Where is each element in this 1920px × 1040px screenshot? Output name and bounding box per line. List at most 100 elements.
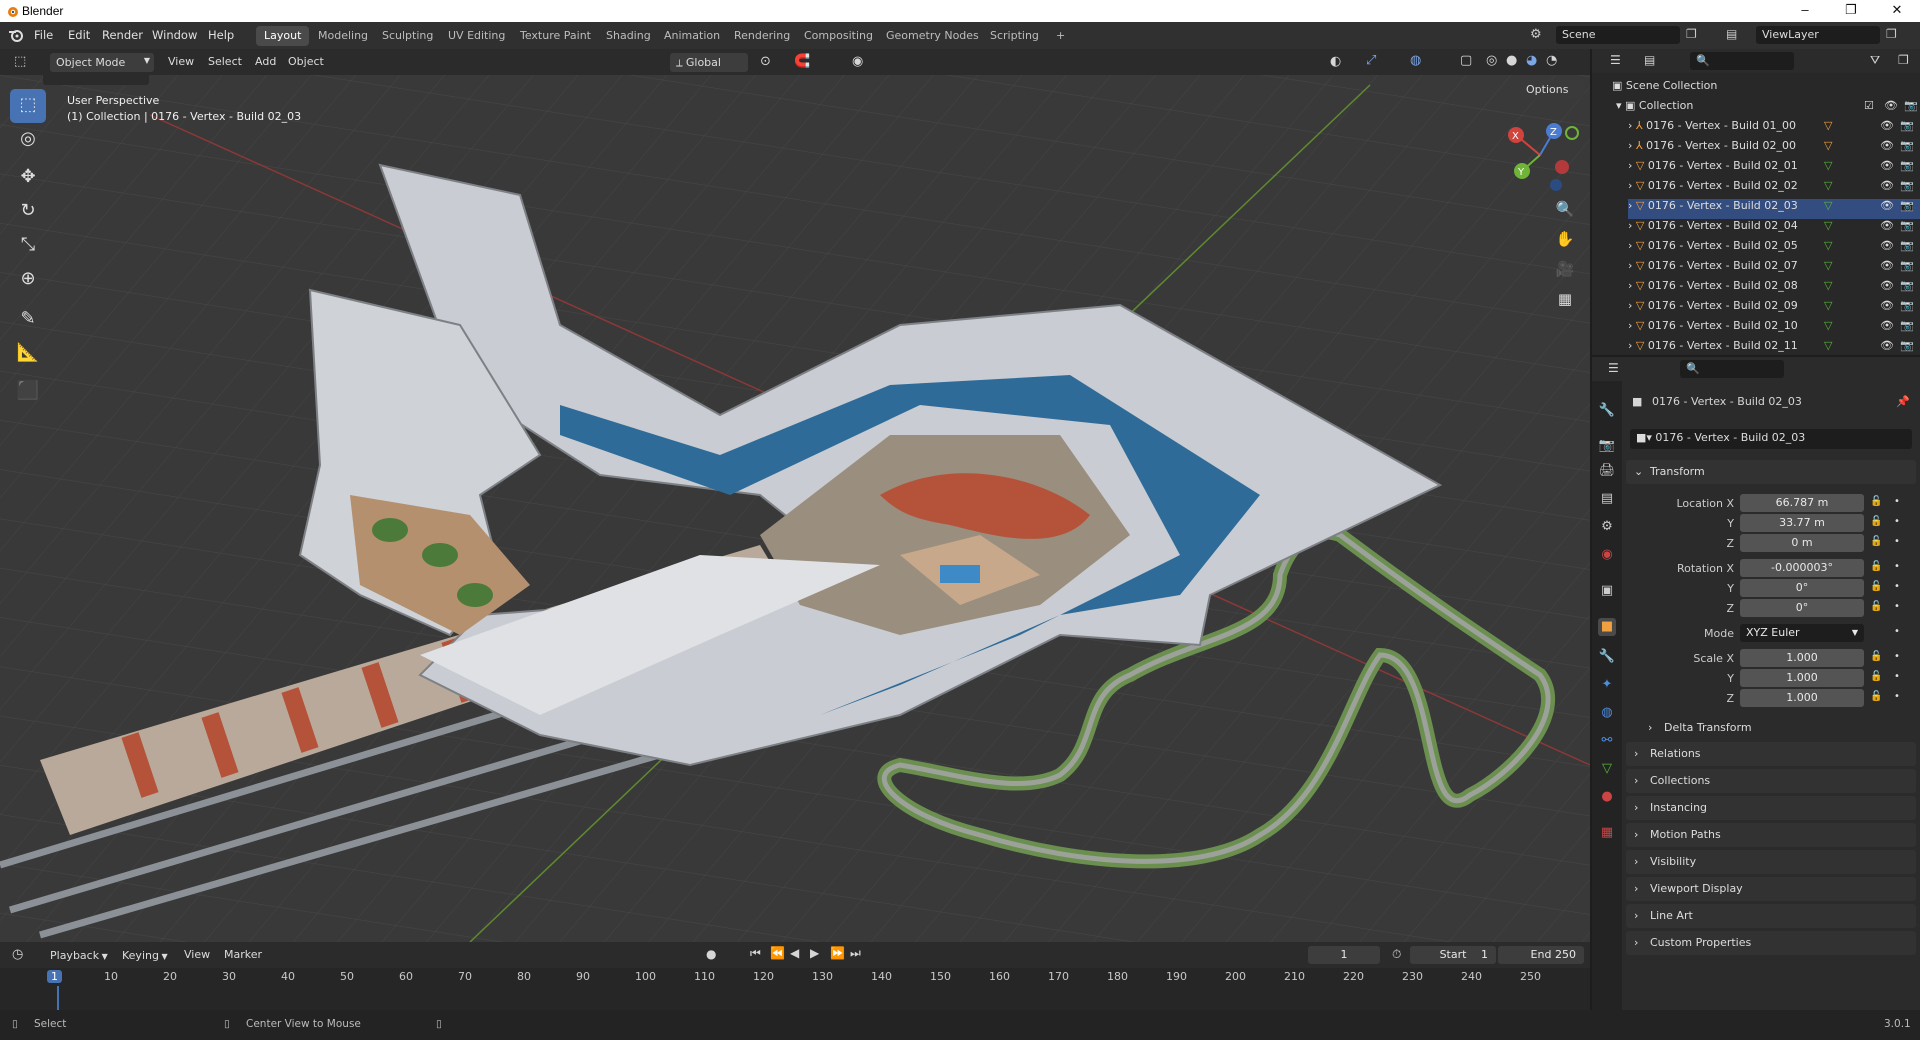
new-scene-icon[interactable]: ❐ xyxy=(1686,27,1697,41)
camera-icon[interactable]: 📷 xyxy=(1900,179,1914,192)
expand-icon[interactable]: ▾ xyxy=(1616,99,1625,112)
next-keyframe-icon[interactable]: ⏩ xyxy=(830,946,845,960)
scale-tool[interactable]: ⤡ xyxy=(10,229,46,263)
modifier-tab-icon[interactable]: 🔧 xyxy=(1598,648,1616,666)
close-button[interactable]: ✕ xyxy=(1874,0,1920,22)
properties-search[interactable]: 🔍 xyxy=(1680,360,1784,378)
camera-icon[interactable]: 📷 xyxy=(1900,199,1914,212)
expand-icon[interactable]: › xyxy=(1628,319,1636,332)
outliner-item[interactable]: › ▽ 0176 - Vertex - Build 02_08 ▽ 👁 📷 xyxy=(1628,279,1920,299)
outliner-item[interactable]: › ▽ 0176 - Vertex - Build 02_07 ▽ 👁 📷 xyxy=(1628,259,1920,279)
outliner-item[interactable]: › ▽ 0176 - Vertex - Build 02_03 ▽ 👁 📷 xyxy=(1628,199,1920,219)
material-shading-icon[interactable]: ◕ xyxy=(1526,53,1537,68)
scene-collection-row[interactable]: ▣ Scene Collection xyxy=(1612,79,1920,99)
keyframe-dot-icon[interactable]: • xyxy=(1894,691,1900,702)
filter-icon[interactable]: ⛛ xyxy=(1870,53,1880,68)
play-icon[interactable]: ▶ xyxy=(810,946,819,960)
keying-menu[interactable]: Keying ▼ xyxy=(116,946,176,965)
ortho-grid-icon[interactable]: ▦ xyxy=(1551,285,1579,313)
transform-orientation-dropdown[interactable]: ⟂ Global xyxy=(670,53,748,72)
tab-sculpting[interactable]: Sculpting xyxy=(374,26,441,46)
select-box-tool[interactable]: ⬚ xyxy=(10,89,46,123)
scene-tab-icon[interactable]: ⚙ xyxy=(1598,518,1616,536)
location-z-field[interactable]: 0 m xyxy=(1740,534,1864,552)
3d-viewport[interactable]: User Perspective (1) Collection | 0176 -… xyxy=(0,75,1590,942)
camera-icon[interactable]: 📷 xyxy=(1904,99,1918,112)
visibility-icon[interactable]: ◐ xyxy=(1330,54,1341,69)
overlay-icon[interactable]: ◍ xyxy=(1410,53,1421,68)
location-y-field[interactable]: 33.77 m xyxy=(1740,514,1864,532)
camera-view-icon[interactable]: 🎥 xyxy=(1551,255,1579,283)
material-tab-icon[interactable]: ● xyxy=(1598,788,1616,806)
rotation-x-field[interactable]: -0.000003° xyxy=(1740,559,1864,577)
eye-icon[interactable]: 👁 xyxy=(1880,119,1894,132)
keyframe-dot-icon[interactable]: • xyxy=(1894,671,1900,682)
checkbox-icon[interactable]: ☑ xyxy=(1864,99,1874,112)
physics-tab-icon[interactable]: ◍ xyxy=(1598,704,1616,722)
panel-instancing[interactable]: › Instancing xyxy=(1626,796,1916,820)
world-tab-icon[interactable]: ◉ xyxy=(1598,546,1616,564)
proportional-edit-icon[interactable]: ◉ xyxy=(852,54,863,69)
camera-icon[interactable]: 📷 xyxy=(1900,299,1914,312)
lock-icon[interactable]: 🔓 xyxy=(1870,496,1882,507)
timeline-editor-icon[interactable]: ◷ xyxy=(12,947,23,962)
current-frame-field[interactable]: 1 xyxy=(1308,946,1380,964)
panel-line-art[interactable]: › Line Art xyxy=(1626,904,1916,928)
panel-collections[interactable]: › Collections xyxy=(1626,769,1916,793)
outliner-item[interactable]: › ▽ 0176 - Vertex - Build 02_01 ▽ 👁 📷 xyxy=(1628,159,1920,179)
tab-texture-paint[interactable]: Texture Paint xyxy=(512,26,599,46)
panel-visibility[interactable]: › Visibility xyxy=(1626,850,1916,874)
outliner-item[interactable]: › ⅄ 0176 - Vertex - Build 02_00 ▽ 👁 📷 xyxy=(1628,139,1920,159)
camera-icon[interactable]: 📷 xyxy=(1900,139,1914,152)
lock-icon[interactable]: 🔓 xyxy=(1870,671,1882,682)
menu-window[interactable]: Window xyxy=(152,28,197,42)
play-reverse-icon[interactable]: ◀ xyxy=(790,946,799,960)
clock-icon[interactable]: ⏱ xyxy=(1392,947,1401,962)
start-frame-field[interactable]: Start 1 xyxy=(1410,946,1496,964)
rotation-z-field[interactable]: 0° xyxy=(1740,599,1864,617)
camera-icon[interactable]: 📷 xyxy=(1900,119,1914,132)
minimize-button[interactable]: – xyxy=(1782,0,1828,22)
menu-render[interactable]: Render xyxy=(102,28,143,42)
tab-modeling[interactable]: Modeling xyxy=(310,26,376,46)
menu-add[interactable]: Add xyxy=(255,55,276,68)
expand-icon[interactable]: › xyxy=(1628,339,1636,352)
view-layer-tab-icon[interactable]: ▤ xyxy=(1598,490,1616,508)
zoom-icon[interactable]: 🔍 xyxy=(1551,195,1579,223)
navigation-gizmo[interactable]: Z X Y xyxy=(1500,115,1580,195)
rotate-tool[interactable]: ↻ xyxy=(10,195,46,229)
eye-icon[interactable]: 👁 xyxy=(1880,339,1894,352)
outliner-item[interactable]: › ▽ 0176 - Vertex - Build 02_11 ▽ 👁 📷 xyxy=(1628,339,1920,359)
keyframe-dot-icon[interactable]: • xyxy=(1894,516,1900,527)
playback-menu[interactable]: Playback ▼ xyxy=(44,946,114,965)
select-mode-buttons[interactable] xyxy=(43,75,149,85)
keyframe-dot-icon[interactable]: • xyxy=(1894,581,1900,592)
expand-icon[interactable]: › xyxy=(1628,159,1636,172)
gizmo-icon[interactable]: ⤢ xyxy=(1366,53,1376,68)
wireframe-shading-icon[interactable]: ◎ xyxy=(1486,53,1497,68)
collection-tab-icon[interactable]: ▣ xyxy=(1598,582,1616,600)
rotation-mode-dropdown[interactable]: XYZ Euler ▼ xyxy=(1740,624,1864,642)
expand-icon[interactable]: › xyxy=(1628,259,1636,272)
texture-tab-icon[interactable]: ▦ xyxy=(1598,824,1616,842)
render-tab-icon[interactable]: 📷 xyxy=(1598,437,1616,455)
camera-icon[interactable]: 📷 xyxy=(1900,239,1914,252)
output-tab-icon[interactable]: 🖨 xyxy=(1598,462,1616,480)
outliner-item[interactable]: › ⅄ 0176 - Vertex - Build 01_00 ▽ 👁 📷 xyxy=(1628,119,1920,139)
tab-scripting[interactable]: Scripting xyxy=(982,26,1047,46)
camera-icon[interactable]: 📷 xyxy=(1900,259,1914,272)
jump-start-icon[interactable]: ⏮ xyxy=(750,946,761,961)
camera-icon[interactable]: 📷 xyxy=(1900,279,1914,292)
viewlayer-selector[interactable]: ViewLayer xyxy=(1756,26,1880,44)
menu-help[interactable]: Help xyxy=(208,28,234,42)
expand-icon[interactable]: › xyxy=(1628,219,1636,232)
expand-icon[interactable]: › xyxy=(1628,239,1636,252)
outliner-item[interactable]: › ▽ 0176 - Vertex - Build 02_02 ▽ 👁 📷 xyxy=(1628,179,1920,199)
camera-icon[interactable]: 📷 xyxy=(1900,319,1914,332)
scale-z-field[interactable]: 1.000 xyxy=(1740,689,1864,707)
expand-icon[interactable]: › xyxy=(1628,279,1636,292)
object-name-field[interactable]: ■▾ 0176 - Vertex - Build 02_03 xyxy=(1630,429,1912,449)
lock-icon[interactable]: 🔓 xyxy=(1870,691,1882,702)
outliner-editor-icon[interactable]: ☰ xyxy=(1610,53,1621,67)
editor-type-icon[interactable]: ⬚ xyxy=(14,54,26,69)
